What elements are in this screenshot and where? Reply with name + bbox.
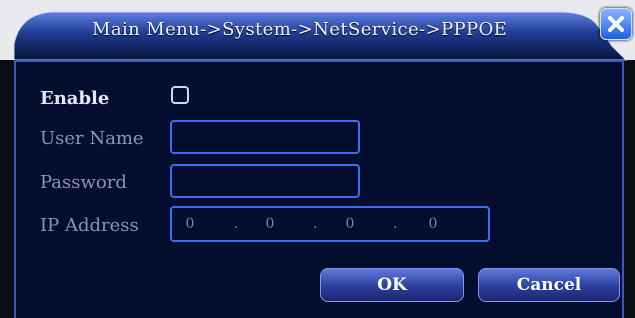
enable-checkbox[interactable]	[171, 86, 189, 104]
password-input[interactable]	[170, 164, 360, 198]
username-input[interactable]	[170, 120, 360, 154]
ip-separator-3: .	[393, 216, 398, 232]
close-icon	[608, 16, 624, 32]
ip-address-label: IP Address	[40, 215, 139, 236]
ok-button[interactable]: OK	[320, 268, 464, 302]
ip-octet-3[interactable]: 0	[335, 216, 365, 232]
pppoe-dialog: Main Menu->System->NetService->PPPOE Ena…	[0, 0, 635, 318]
window-title: Main Menu->System->NetService->PPPOE	[92, 19, 508, 40]
title-bar: Main Menu->System->NetService->PPPOE	[0, 0, 635, 61]
cancel-button[interactable]: Cancel	[478, 268, 620, 302]
ip-octet-2[interactable]: 0	[255, 216, 285, 232]
password-label: Password	[40, 172, 127, 193]
ip-separator-2: .	[313, 216, 318, 232]
ip-separator-1: .	[234, 216, 239, 232]
username-label: User Name	[40, 128, 144, 149]
ip-octet-4[interactable]: 0	[418, 216, 448, 232]
ip-address-input[interactable]: 0 . 0 . 0 . 0	[170, 206, 490, 242]
close-button[interactable]	[600, 8, 632, 40]
enable-label: Enable	[40, 88, 110, 109]
ip-octet-1[interactable]: 0	[175, 216, 205, 232]
